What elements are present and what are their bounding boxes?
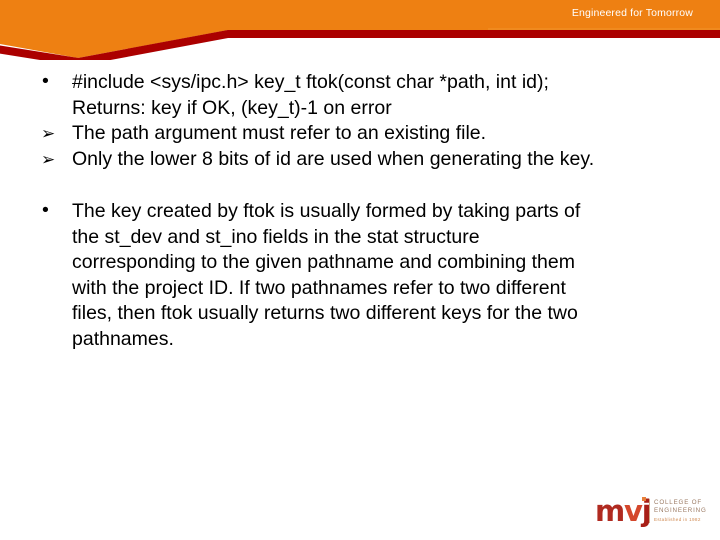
bullet-text: The key created by ftok is usually forme…	[72, 200, 581, 222]
arrow-bullet-icon: ➢	[41, 149, 56, 169]
bullet-text: #include <sys/ipc.h> key_t ftok(const ch…	[72, 71, 549, 93]
slide-body: • #include <sys/ipc.h> key_t ftok(const …	[0, 70, 720, 352]
slide-header-banner: Engineered for Tomorrow	[0, 0, 720, 60]
bullet-dot-icon: •	[42, 70, 49, 92]
bullet-text: The path argument must refer to an exist…	[72, 122, 487, 144]
bullet-line: • #include <sys/ipc.h> key_t ftok(const …	[42, 70, 698, 121]
header-tagline: Engineered for Tomorrow	[571, 7, 693, 19]
logo-letter-m: m	[595, 494, 625, 528]
logo-tagline-line-2: ENGINEERING	[654, 507, 707, 515]
logo-tagline-line-1: COLLEGE OF	[654, 499, 703, 506]
mvj-college-logo: mvj COLLEGE OF ENGINEERING Established i…	[595, 494, 707, 530]
logo-accent-dot-icon	[642, 497, 646, 501]
logo-divider	[649, 499, 650, 523]
bullet-block: • The key created by ftok is usually for…	[0, 199, 720, 352]
bullet-line: ➢ Only the lower 8 bits of id are used w…	[41, 147, 698, 173]
logo-letter-v: v	[624, 494, 643, 528]
bullet-dot-icon: •	[42, 199, 49, 221]
bullet-block: • #include <sys/ipc.h> key_t ftok(const …	[0, 70, 720, 121]
bullet-line: ➢ The path argument must refer to an exi…	[41, 121, 698, 147]
bullet-text-continuation: files, then ftok usually returns two dif…	[72, 302, 578, 324]
header-highlight-edge	[488, 28, 720, 30]
bullet-text-continuation: with the project ID. If two pathnames re…	[72, 276, 566, 299]
bullet-block: ➢ The path argument must refer to an exi…	[0, 121, 720, 147]
logo-tagline-group: COLLEGE OF ENGINEERING Established in 19…	[654, 499, 707, 524]
bullet-text: Only the lower 8 bits of id are used whe…	[72, 147, 595, 170]
logo-established-line: Established in 1982	[654, 516, 701, 522]
bullet-text-continuation: corresponding to the given pathname and …	[72, 251, 575, 273]
bullet-text-continuation: the st_dev and st_ino fields in the stat…	[72, 225, 480, 248]
bullet-text-continuation: pathnames.	[72, 327, 174, 350]
bullet-line: • The key created by ftok is usually for…	[42, 199, 698, 352]
bullet-text-continuation: Returns: key if OK, (key_t)-1 on error	[72, 96, 392, 119]
arrow-bullet-icon: ➢	[41, 124, 56, 143]
bullet-block: ➢ Only the lower 8 bits of id are used w…	[0, 147, 720, 173]
